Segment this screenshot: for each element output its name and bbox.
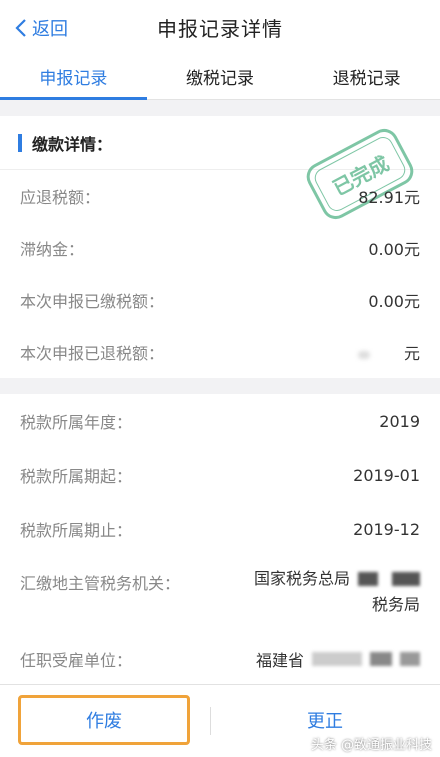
redacted-block <box>400 652 420 666</box>
tab-tax-payment-record[interactable]: 缴税记录 <box>147 54 294 99</box>
redacted-block <box>358 572 378 586</box>
tab-tax-refund-record[interactable]: 退税记录 <box>293 54 440 99</box>
chevron-left-icon <box>15 19 26 37</box>
authority-line-1: 国家税务总局 <box>254 566 420 592</box>
divider <box>210 707 211 735</box>
tax-year-row: 税款所属年度： 2019 <box>0 394 440 448</box>
period-start-row: 税款所属期起： 2019-01 <box>0 448 440 502</box>
section-title: 缴款详情： <box>32 134 113 154</box>
nav-bar: 返回 申报记录详情 <box>0 0 440 54</box>
authority-name: 国家税务总局 <box>253 569 350 588</box>
back-label: 返回 <box>32 19 68 40</box>
redacted-block <box>392 572 420 586</box>
row-value: 元 <box>403 344 420 363</box>
row-label: 任职受雇单位： <box>20 651 133 670</box>
redacted-block <box>370 652 392 666</box>
authority-line-2: 税务局 <box>254 592 420 618</box>
back-button[interactable]: 返回 <box>14 14 68 42</box>
row-value: 0.00元 <box>368 240 420 259</box>
authority-suffix: 税务局 <box>371 595 420 614</box>
section-accent-bar <box>18 133 22 152</box>
payment-details-card: 缴款详情： 已完成 应退税额： 82.91元 滞纳金： 0.00元 本次申报已缴… <box>0 116 440 378</box>
row-label: 税款所属年度： <box>20 413 133 432</box>
row-label: 税款所属期止： <box>20 521 133 540</box>
row-label: 汇缴地主管税务机关： <box>20 574 181 593</box>
watermark: 头条 @致通振业科技 <box>310 738 432 753</box>
row-label: 滞纳金： <box>20 240 85 259</box>
row-value: 2019 <box>379 411 420 431</box>
tax-authority-row: 汇缴地主管税务机关： 国家税务总局 税务局 <box>0 556 440 632</box>
period-end-row: 税款所属期止： 2019-12 <box>0 502 440 556</box>
row-label: 本次申报已退税额： <box>20 344 165 363</box>
paid-tax-row: 本次申报已缴税额： 0.00元 <box>0 274 440 326</box>
redacted-value <box>357 351 370 359</box>
employer-value-wrap: 福建省 <box>256 647 420 671</box>
tab-declaration-record[interactable]: 申报记录 <box>0 54 147 100</box>
row-value-wrap: 元 <box>357 340 420 364</box>
void-button[interactable]: 作废 <box>18 695 190 745</box>
row-value: 2019-12 <box>353 519 420 539</box>
row-label: 本次申报已缴税额： <box>20 292 165 311</box>
row-label: 税款所属期起： <box>20 467 133 486</box>
row-value: 0.00元 <box>368 292 420 311</box>
page-title: 申报记录详情 <box>157 16 283 41</box>
authority-value: 国家税务总局 税务局 <box>254 566 420 632</box>
tab-bar: 申报记录 缴税记录 退税记录 <box>0 54 440 100</box>
row-value: 2019-01 <box>353 465 420 485</box>
redacted-block <box>312 652 362 666</box>
late-fee-row: 滞纳金： 0.00元 <box>0 222 440 274</box>
refunded-tax-row: 本次申报已退税额： 元 <box>0 326 440 378</box>
employer-row: 任职受雇单位： 福建省 <box>0 632 440 686</box>
row-label: 应退税额： <box>20 188 101 207</box>
refund-due-row: 应退税额： 82.91元 <box>0 170 440 222</box>
tax-period-card: 税款所属年度： 2019 税款所属期起： 2019-01 税款所属期止： 201… <box>0 394 440 684</box>
row-value: 82.91元 <box>358 188 420 207</box>
row-value: 福建省 <box>255 651 304 670</box>
